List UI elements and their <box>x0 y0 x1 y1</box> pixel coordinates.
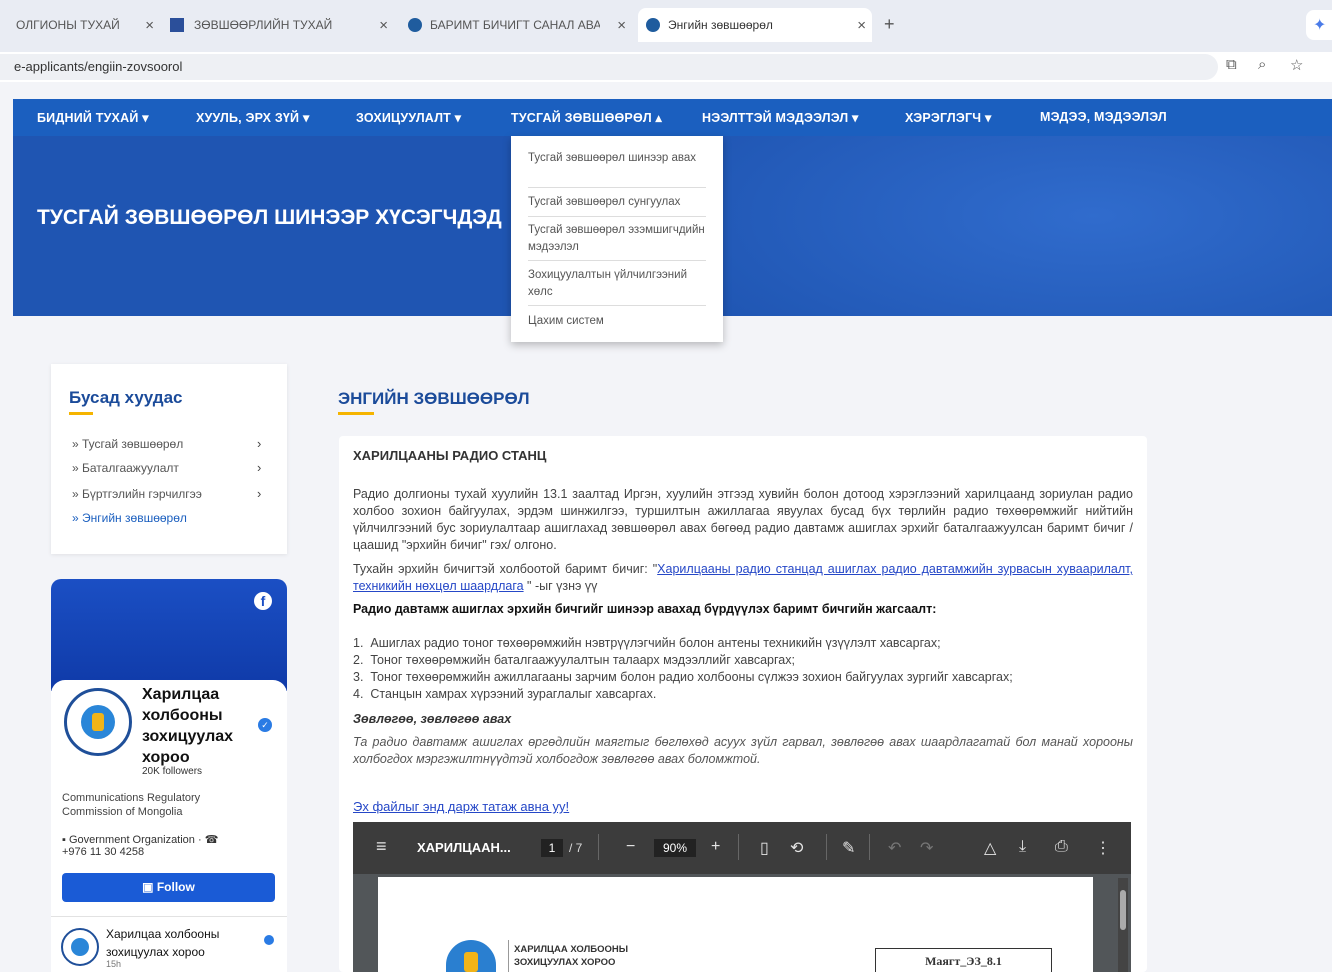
verified-badge-icon: ✓ <box>258 718 272 732</box>
sidebar-title: Бусад хуудас <box>69 388 183 407</box>
sparkle-icon[interactable]: ✦ <box>1306 10 1332 40</box>
caret-down-icon: ▾ <box>302 111 310 125</box>
dropdown-item-new-license[interactable]: Тусгай зөвшөөрөл шинээр авах <box>528 150 708 167</box>
caret-down-icon: ▾ <box>851 111 859 125</box>
print-icon[interactable]: ⎙ <box>1055 838 1068 856</box>
sidebar-item-simple-permit[interactable]: » Энгийн зөвшөөрөл <box>72 511 187 525</box>
browser-tab-strip: ОЛГИОНЫ ТУХАЙ × ЗӨВШӨӨРЛИЙН ТУХАЙ × БАРИ… <box>0 0 1332 52</box>
nav-item-open-info[interactable]: НЭЭЛТТЭЙ МЭДЭЭЛЭЛ ▾ <box>702 110 858 125</box>
site-logo-icon <box>170 18 184 32</box>
consultation-heading: Зөвлөгөө, зөвлөгөө авах <box>353 712 512 726</box>
close-icon[interactable]: × <box>145 17 154 34</box>
briefcase-icon: ▪ <box>62 834 66 846</box>
dropdown-item-e-system[interactable]: Цахим систем <box>528 313 708 330</box>
title-underline <box>338 412 374 415</box>
tab-simple-permit[interactable]: Энгийн зөвшөөрөл × <box>638 8 872 42</box>
hero-title: ТУСГАЙ ЗӨВШӨӨРӨЛ ШИНЭЭР ХҮСЭГЧДЭД <box>37 206 502 229</box>
nav-item-news[interactable]: МЭДЭЭ, МЭДЭЭЛЭЛ <box>1040 110 1167 124</box>
translate-icon[interactable]: ⧉ <box>1226 56 1237 73</box>
list-item: 2. Тоног төхөөрөмжийн баталгаажуулалтын … <box>353 653 795 667</box>
annotate-icon[interactable]: ✎ <box>842 838 855 858</box>
rotate-icon[interactable]: ⟲ <box>790 838 803 858</box>
drive-icon[interactable]: △ <box>984 838 996 858</box>
related-document-text: Тухайн эрхийн бичигтэй холбоотой баримт … <box>353 562 1133 593</box>
facebook-contact: ▪ Government Organization · ☎ +976 11 30… <box>62 834 219 858</box>
caret-down-icon: ▾ <box>142 111 149 125</box>
zoom-in-icon[interactable]: + <box>711 838 720 856</box>
download-icon[interactable]: ⤓ <box>1019 838 1026 856</box>
tab-radio-waves[interactable]: ОЛГИОНЫ ТУХАЙ × <box>8 8 160 42</box>
chevron-right-icon: › <box>257 486 262 501</box>
license-dropdown-menu: Тусгай зөвшөөрөл шинээр авах Тусгай зөвш… <box>511 136 723 342</box>
requirements-list: 1. Ашиглах радио тоног төхөөрөмжийн нэвт… <box>353 635 1133 703</box>
menu-icon[interactable]: ≡ <box>376 836 387 857</box>
nav-item-law[interactable]: ХУУЛЬ, ЭРХ ЗҮЙ ▾ <box>196 110 309 125</box>
facebook-cover-image <box>51 579 287 691</box>
list-item: 1. Ашиглах радио тоног төхөөрөмжийн нэвт… <box>353 636 941 650</box>
zoom-icon[interactable]: ⌕ <box>1258 56 1266 73</box>
tab-documents[interactable]: БАРИМТ БИЧИГТ САНАЛ АВАХ × <box>400 8 632 42</box>
avatar[interactable] <box>64 688 132 756</box>
chevron-right-icon: › <box>257 436 262 451</box>
close-icon[interactable]: × <box>857 17 866 34</box>
facebook-logo-icon: ▣ <box>142 880 154 894</box>
nav-item-special-license[interactable]: ТУСГАЙ ЗӨВШӨӨРӨЛ ▴ <box>511 110 662 125</box>
download-link[interactable]: Эх файлыг энд дарж татаж авна уу! <box>353 798 1133 815</box>
zoom-level-input[interactable]: 90% <box>654 839 696 857</box>
page-total: / 7 <box>569 841 583 855</box>
post-author[interactable]: Харилцаа холбооны зохицуулах хороо <box>106 925 256 961</box>
close-icon[interactable]: × <box>379 17 388 34</box>
pdf-form-code: Маягт_ЭЗ_8.1 <box>875 948 1052 972</box>
site-logo-icon <box>646 18 660 32</box>
caret-down-icon: ▾ <box>454 111 462 125</box>
facebook-page-name[interactable]: Харилцаа холбооны зохицуулах хороо <box>142 684 252 768</box>
post-time: 15h <box>106 959 122 969</box>
zoom-out-icon[interactable]: − <box>626 838 635 856</box>
nav-item-regulation[interactable]: ЗОХИЦУУЛАЛТ ▾ <box>356 110 461 125</box>
pdf-title: ХАРИЛЦААН... <box>417 840 511 855</box>
fit-page-icon[interactable]: ▯ <box>760 838 769 858</box>
facebook-icon: f <box>254 592 272 610</box>
page-number-input[interactable]: 1 <box>541 839 563 857</box>
tab-permits[interactable]: ЗӨВШӨӨРЛИЙН ТУХАЙ × <box>162 8 394 42</box>
requirements-heading: Радио давтамж ашиглах эрхийн бичгийг шин… <box>353 602 937 616</box>
caret-up-icon: ▴ <box>655 111 663 125</box>
redo-icon[interactable]: ↷ <box>920 838 933 858</box>
more-options-icon[interactable]: ⋮ <box>1095 838 1111 858</box>
list-item: 4. Станцын хамрах хүрээний зураглалыг ха… <box>353 687 657 701</box>
intro-paragraph: Радио долгионы тухай хуулийн 13.1 заалта… <box>353 487 1133 552</box>
title-underline <box>69 412 93 415</box>
bookmark-star-icon[interactable]: ☆ <box>1290 56 1303 74</box>
pdf-scrollbar[interactable] <box>1120 890 1126 930</box>
dropdown-item-holders[interactable]: Тусгай зөвшөөрөл эзэмшигчдийн мэдээлэл <box>528 222 708 256</box>
verified-badge-icon <box>264 935 274 945</box>
post-avatar[interactable] <box>61 928 99 966</box>
new-tab-button[interactable]: + <box>884 14 895 35</box>
followers-count: 20K followers <box>142 766 203 777</box>
phone-icon: ☎ <box>204 834 219 846</box>
facebook-description: Communications Regulatory Commission of … <box>62 792 201 818</box>
nav-item-consumer[interactable]: ХЭРЭГЛЭГЧ ▾ <box>905 110 991 125</box>
caret-down-icon: ▾ <box>984 111 992 125</box>
list-item: 3. Тоног төхөөрөмжийн ажиллагааны зарчим… <box>353 670 1013 684</box>
dropdown-item-fees[interactable]: Зохицуулалтын үйлчилгээний хөлс <box>528 267 708 301</box>
sidebar-item-registration[interactable]: » Бүртгэлийн гэрчилгээ <box>72 487 202 501</box>
chevron-right-icon: › <box>257 460 262 475</box>
close-icon[interactable]: × <box>617 17 626 34</box>
consultation-text: Та радио давтамж ашиглах өргөдлийн маягт… <box>353 735 1133 766</box>
url-field[interactable]: e-applicants/engiin-zovsoorol <box>0 54 1218 80</box>
page-title: ЭНГИЙН ЗӨВШӨӨРӨЛ <box>338 389 530 408</box>
nav-item-about[interactable]: БИДНИЙ ТУХАЙ ▾ <box>37 110 149 125</box>
sidebar-item-special-license[interactable]: » Тусгай зөвшөөрөл <box>72 437 183 451</box>
dropdown-item-renew[interactable]: Тусгай зөвшөөрөл сунгуулах <box>528 194 708 211</box>
undo-icon[interactable]: ↶ <box>888 838 901 858</box>
follow-button[interactable]: ▣ Follow <box>62 873 275 902</box>
pdf-org-name: ХАРИЛЦАА ХОЛБООНЫ ЗОХИЦУУЛАХ ХОРОО <box>514 944 629 968</box>
section-title: ХАРИЛЦААНЫ РАДИО СТАНЦ <box>353 448 547 463</box>
sidebar-item-certification[interactable]: » Баталгаажуулалт <box>72 461 179 475</box>
site-logo-icon <box>408 18 422 32</box>
